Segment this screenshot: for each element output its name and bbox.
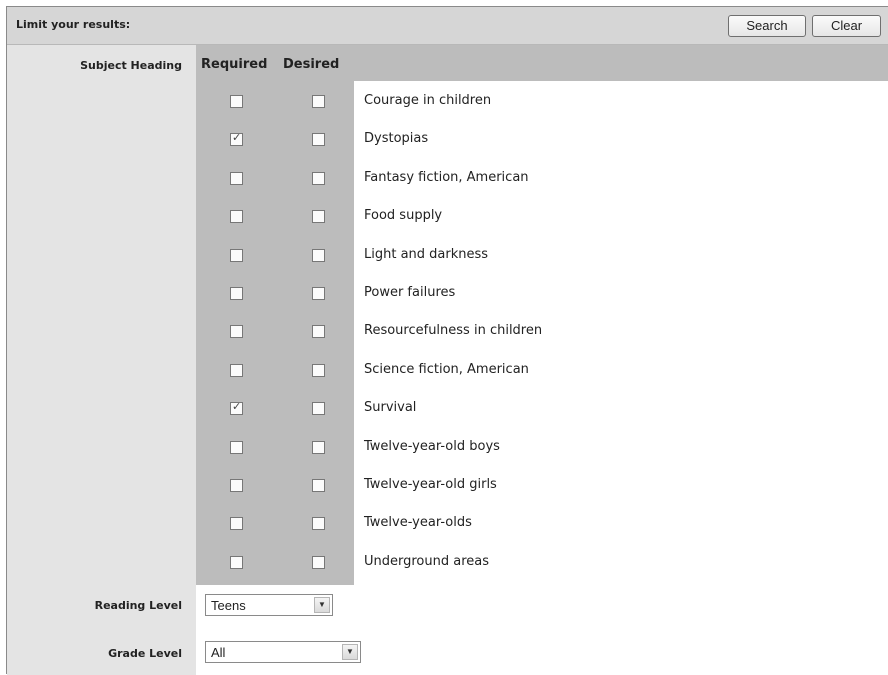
required-checkbox[interactable] (230, 325, 243, 338)
chevron-down-icon: ▼ (314, 597, 330, 613)
required-header: Required (201, 57, 268, 72)
desired-checkbox[interactable] (312, 287, 325, 300)
desired-checkbox[interactable] (312, 402, 325, 415)
required-checkbox[interactable] (230, 517, 243, 530)
required-checkbox[interactable] (230, 364, 243, 377)
subject-heading-item: Underground areas (364, 554, 490, 569)
desired-checkbox[interactable] (312, 556, 325, 569)
required-checkbox[interactable] (230, 441, 243, 454)
check-icon: ✓ (232, 131, 242, 144)
desired-header: Desired (283, 57, 340, 72)
subject-heading-item: Twelve-year-old girls (364, 477, 497, 492)
subject-heading-item: Dystopias (364, 131, 429, 146)
subject-heading-item: Resourcefulness in children (364, 323, 543, 338)
desired-checkbox[interactable] (312, 133, 325, 146)
required-checkbox[interactable] (230, 556, 243, 569)
reading-level-select[interactable]: Teens ▼ (205, 594, 333, 616)
subject-heading-item: Fantasy fiction, American (364, 170, 529, 185)
check-icon: ✓ (232, 400, 242, 413)
subject-heading-item: Power failures (364, 285, 456, 300)
reading-level-label: Reading Level (94, 599, 182, 612)
label-column (7, 45, 196, 675)
subject-heading-item: Science fiction, American (364, 362, 529, 377)
subject-heading-item: Light and darkness (364, 247, 489, 262)
desired-checkbox[interactable] (312, 479, 325, 492)
limit-results-panel: Limit your results: Search Clear Subject… (6, 6, 888, 675)
search-button[interactable]: Search (728, 15, 806, 37)
required-checkbox[interactable] (230, 249, 243, 262)
desired-checkbox[interactable] (312, 95, 325, 108)
chevron-down-icon: ▼ (342, 644, 358, 660)
desired-checkbox[interactable] (312, 325, 325, 338)
required-checkbox[interactable] (230, 172, 243, 185)
subject-heading-item: Twelve-year-olds (364, 515, 472, 530)
grade-level-select[interactable]: All ▼ (205, 641, 361, 663)
required-checkbox[interactable] (230, 95, 243, 108)
clear-button[interactable]: Clear (812, 15, 881, 37)
desired-checkbox[interactable] (312, 172, 325, 185)
desired-checkbox[interactable] (312, 517, 325, 530)
limit-results-title: Limit your results: (16, 18, 131, 31)
grade-level-value: All (211, 645, 226, 660)
required-checkbox[interactable]: ✓ (230, 131, 243, 146)
subject-heading-item: Courage in children (364, 93, 492, 108)
reading-level-value: Teens (211, 598, 246, 613)
required-checkbox[interactable] (230, 210, 243, 223)
limit-results-header: Limit your results: Search Clear (7, 7, 888, 45)
required-checkbox[interactable] (230, 479, 243, 492)
grade-level-label: Grade Level (108, 647, 182, 660)
required-checkbox[interactable] (230, 287, 243, 300)
desired-checkbox[interactable] (312, 441, 325, 454)
subject-heading-item: Survival (364, 400, 417, 415)
subject-heading-item: Twelve-year-old boys (364, 439, 500, 454)
desired-checkbox[interactable] (312, 364, 325, 377)
subject-heading-item: Food supply (364, 208, 443, 223)
required-desired-column (196, 45, 354, 585)
desired-checkbox[interactable] (312, 210, 325, 223)
required-checkbox[interactable]: ✓ (230, 400, 243, 415)
desired-checkbox[interactable] (312, 249, 325, 262)
subject-heading-label: Subject Heading (80, 59, 182, 72)
